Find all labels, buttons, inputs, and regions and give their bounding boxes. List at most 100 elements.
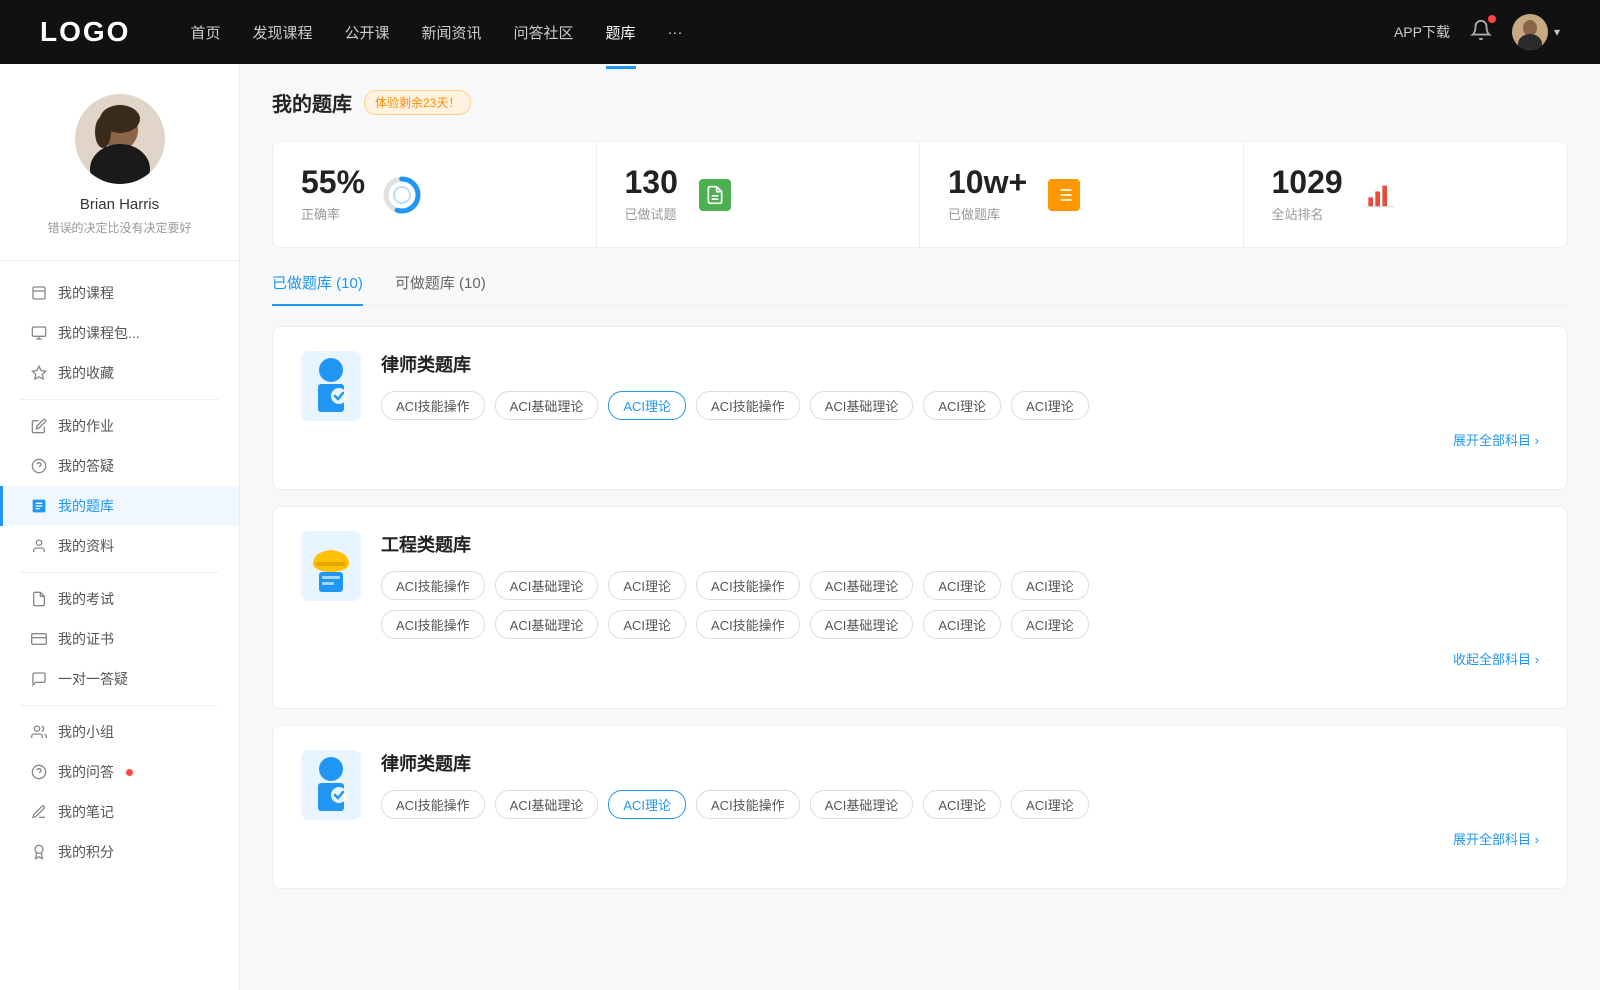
expand-link-2[interactable]: 展开全部科目 › (381, 829, 1539, 848)
sidebar-item-points[interactable]: 我的积分 (0, 832, 239, 872)
nav-home[interactable]: 首页 (190, 18, 220, 47)
main-content: 我的题库 体验剩余23天！ 55% 正确率 (240, 64, 1600, 990)
profile-avatar (75, 94, 165, 184)
nav-qa[interactable]: 问答社区 (514, 18, 574, 47)
logo: LOGO (40, 16, 130, 48)
sidebar-item-myqa-label: 我的问答 (58, 762, 114, 782)
navbar: LOGO 首页 发现课程 公开课 新闻资讯 问答社区 题库 ··· APP下载 (0, 0, 1600, 64)
collapse-link-1[interactable]: 收起全部科目 › (381, 649, 1539, 668)
sidebar-item-courses[interactable]: 我的课程 (0, 273, 239, 313)
nav-discover[interactable]: 发现课程 (252, 18, 312, 47)
stat-rank: 1029 全站排名 (1244, 142, 1568, 247)
qbank-tag-2-3[interactable]: ACI技能操作 (696, 790, 800, 819)
stat-rank-label: 全站排名 (1272, 204, 1343, 223)
qbank-tag-1-6[interactable]: ACI理论 (1011, 571, 1089, 600)
sidebar-item-courses-label: 我的课程 (58, 283, 114, 303)
nav-qbank[interactable]: 题库 (606, 18, 636, 47)
qbank-tag-1-0[interactable]: ACI技能操作 (381, 571, 485, 600)
stat-done-qbanks: 10w+ 已做题库 (920, 142, 1244, 247)
sidebar-item-qbank-label: 我的题库 (58, 496, 114, 516)
favorites-icon (30, 364, 48, 382)
sidebar-item-1on1[interactable]: 一对一答疑 (0, 659, 239, 699)
nav-opencourse[interactable]: 公开课 (344, 18, 389, 47)
stat-done-questions-value: 130 (625, 166, 678, 198)
page-title: 我的题库 (272, 88, 352, 117)
qbank-tags-0: ACI技能操作 ACI基础理论 ACI理论 ACI技能操作 ACI基础理论 AC… (381, 391, 1539, 420)
qbank-tag-1-1[interactable]: ACI基础理论 (495, 571, 599, 600)
user-avatar-wrapper[interactable]: ▾ (1512, 14, 1560, 50)
qbank-tag-2-0[interactable]: ACI技能操作 (381, 790, 485, 819)
sidebar-item-cert[interactable]: 我的证书 (0, 619, 239, 659)
sidebar-item-1on1-label: 一对一答疑 (58, 669, 128, 689)
myqa-icon (30, 763, 48, 781)
qbank-tag-0-2[interactable]: ACI理论 (608, 391, 686, 420)
sidebar-item-favorites-label: 我的收藏 (58, 363, 114, 383)
qbank-tag-0-1[interactable]: ACI基础理论 (495, 391, 599, 420)
sidebar-menu: 我的课程 我的课程包... 我的收藏 我的作业 (0, 273, 239, 872)
sidebar-item-notes[interactable]: 我的笔记 (0, 792, 239, 832)
sidebar-item-course-pkg[interactable]: 我的课程包... (0, 313, 239, 353)
app-download-button[interactable]: APP下载 (1394, 22, 1450, 42)
tabs-row: 已做题库 (10) 可做题库 (10) (272, 272, 1568, 306)
sidebar-item-qbank[interactable]: 我的题库 (0, 486, 239, 526)
qbank-tag-1-10[interactable]: ACI技能操作 (696, 610, 800, 639)
navbar-right: APP下载 ▾ (1394, 14, 1560, 50)
qbank-tag-2-4[interactable]: ACI基础理论 (810, 790, 914, 819)
qbank-tag-0-6[interactable]: ACI理论 (1011, 391, 1089, 420)
qbank-tag-1-4[interactable]: ACI基础理论 (810, 571, 914, 600)
sidebar-item-homework[interactable]: 我的作业 (0, 406, 239, 446)
profile-motto: 错误的决定比没有决定要好 (47, 219, 191, 236)
qbank-tag-2-2[interactable]: ACI理论 (608, 790, 686, 819)
qbank-tag-2-5[interactable]: ACI理论 (923, 790, 1001, 819)
nav-more[interactable]: ··· (668, 20, 683, 45)
qbank-content-2: 律师类题库 ACI技能操作 ACI基础理论 ACI理论 ACI技能操作 ACI基… (381, 750, 1539, 848)
qbank-tag-0-5[interactable]: ACI理论 (923, 391, 1001, 420)
qbank-tag-0-3[interactable]: ACI技能操作 (696, 391, 800, 420)
qbank-tag-2-6[interactable]: ACI理论 (1011, 790, 1089, 819)
courses-icon (30, 284, 48, 302)
qbank-tag-1-13[interactable]: ACI理论 (1011, 610, 1089, 639)
accuracy-icon (381, 174, 423, 216)
qbank-content-0: 律师类题库 ACI技能操作 ACI基础理论 ACI理论 ACI技能操作 ACI基… (381, 351, 1539, 449)
sidebar-item-exam[interactable]: 我的考试 (0, 579, 239, 619)
qbank-tag-1-2[interactable]: ACI理论 (608, 571, 686, 600)
qbank-card-0: 律师类题库 ACI技能操作 ACI基础理论 ACI理论 ACI技能操作 ACI基… (272, 326, 1568, 490)
nav-menu: 首页 发现课程 公开课 新闻资讯 问答社区 题库 ··· (190, 18, 1394, 47)
qbank-tag-1-12[interactable]: ACI理论 (923, 610, 1001, 639)
sidebar-item-profile[interactable]: 我的资料 (0, 526, 239, 566)
qbank-tag-1-5[interactable]: ACI理论 (923, 571, 1001, 600)
qbank-tag-1-8[interactable]: ACI基础理论 (495, 610, 599, 639)
qbank-tag-1-9[interactable]: ACI理论 (608, 610, 686, 639)
stat-done-questions-label: 已做试题 (625, 204, 678, 223)
qbank-tag-1-3[interactable]: ACI技能操作 (696, 571, 800, 600)
qbank-tag-0-0[interactable]: ACI技能操作 (381, 391, 485, 420)
nav-news[interactable]: 新闻资讯 (422, 18, 482, 47)
qbank-icon (30, 497, 48, 515)
qbank-card-2: 律师类题库 ACI技能操作 ACI基础理论 ACI理论 ACI技能操作 ACI基… (272, 725, 1568, 889)
divider-2 (20, 572, 219, 573)
bar-img (1364, 179, 1396, 211)
notification-bell[interactable] (1470, 19, 1492, 46)
qbank-tags-row2: ACI技能操作 ACI基础理论 ACI理论 ACI技能操作 ACI基础理论 AC… (381, 610, 1539, 639)
group-icon (30, 723, 48, 741)
sidebar-item-qa[interactable]: 我的答疑 (0, 446, 239, 486)
sidebar-item-favorites[interactable]: 我的收藏 (0, 353, 239, 393)
sidebar-item-qa-label: 我的答疑 (58, 456, 114, 476)
trial-badge: 体验剩余23天！ (364, 90, 471, 115)
qbank-icon-lawyer-0 (301, 351, 361, 421)
qbank-tag-0-4[interactable]: ACI基础理论 (810, 391, 914, 420)
qbank-tag-1-11[interactable]: ACI基础理论 (810, 610, 914, 639)
tab-todo[interactable]: 可做题库 (10) (395, 272, 486, 305)
qbank-tag-2-1[interactable]: ACI基础理论 (495, 790, 599, 819)
expand-link-0[interactable]: 展开全部科目 › (381, 430, 1539, 449)
homework-icon (30, 417, 48, 435)
stat-done-questions: 130 已做试题 (597, 142, 921, 247)
sidebar-item-group[interactable]: 我的小组 (0, 712, 239, 752)
divider-1 (20, 399, 219, 400)
list-icon (1043, 174, 1085, 216)
sidebar-item-myqa[interactable]: 我的问答 (0, 752, 239, 792)
tab-done[interactable]: 已做题库 (10) (272, 272, 363, 305)
qbank-header-0: 律师类题库 ACI技能操作 ACI基础理论 ACI理论 ACI技能操作 ACI基… (301, 351, 1539, 449)
qbank-tag-1-7[interactable]: ACI技能操作 (381, 610, 485, 639)
qbank-tags-2: ACI技能操作 ACI基础理论 ACI理论 ACI技能操作 ACI基础理论 AC… (381, 790, 1539, 819)
